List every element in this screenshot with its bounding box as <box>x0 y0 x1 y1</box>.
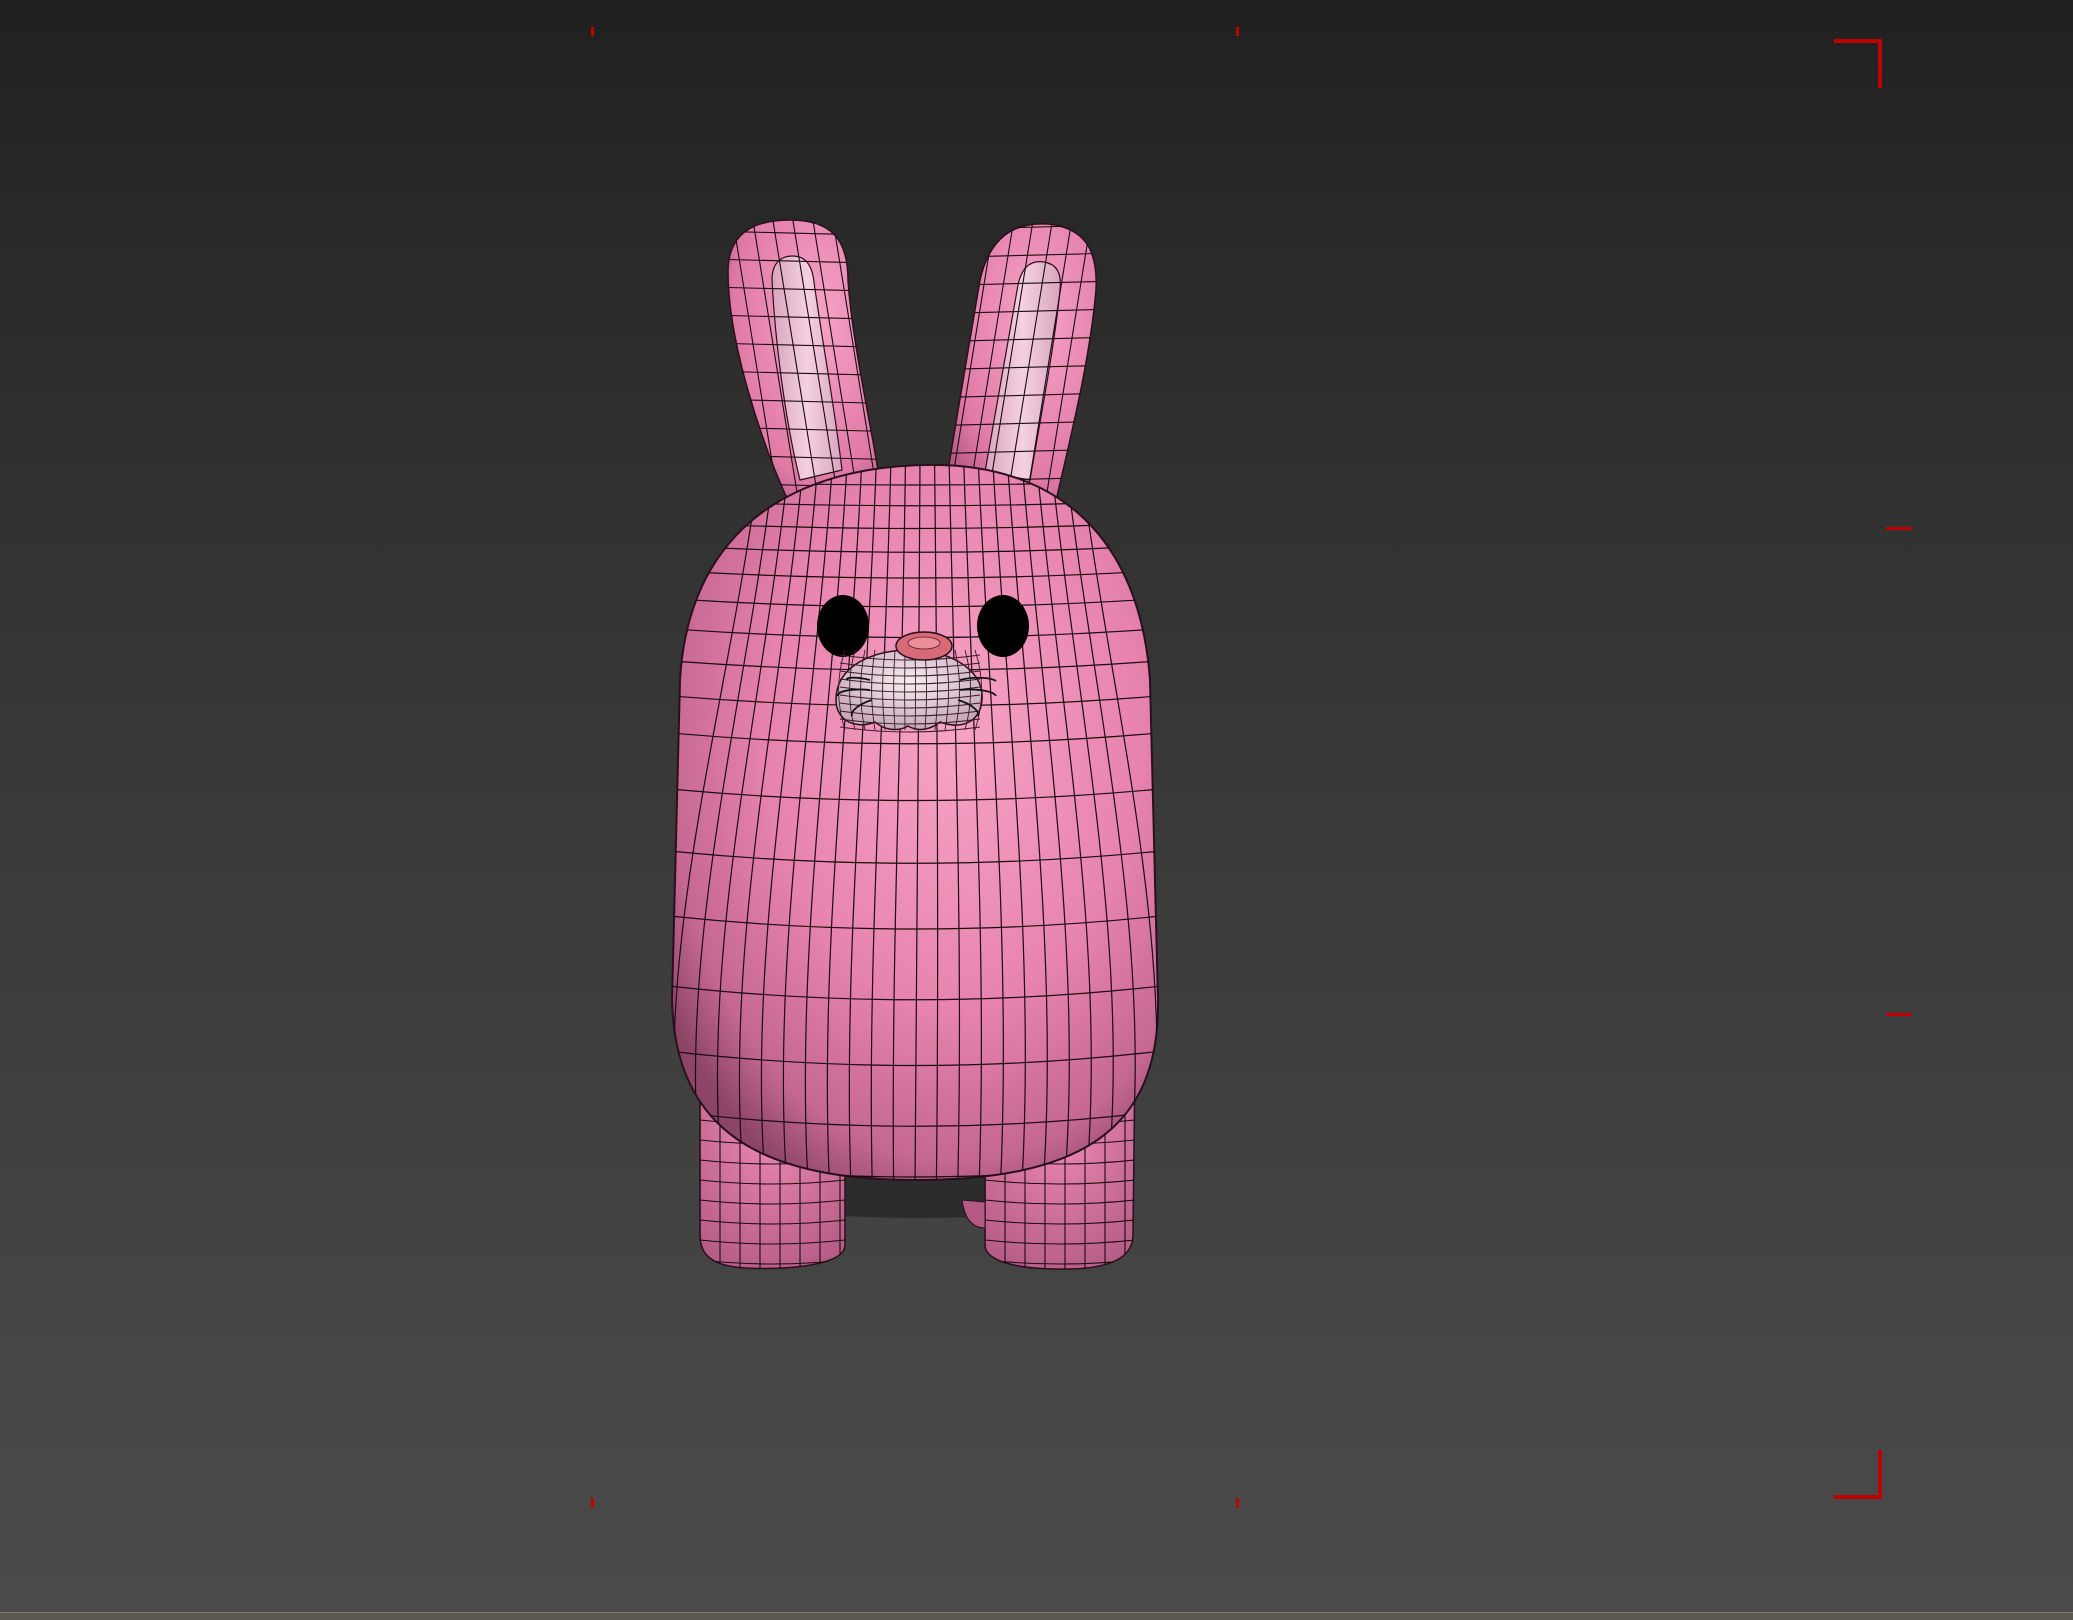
viewport-scene[interactable] <box>0 0 2073 1612</box>
bunny-model[interactable] <box>660 190 1170 1270</box>
3d-viewport[interactable] <box>0 0 2073 1612</box>
right-eye <box>977 595 1029 657</box>
body <box>670 463 1160 1182</box>
left-eye <box>817 595 869 657</box>
